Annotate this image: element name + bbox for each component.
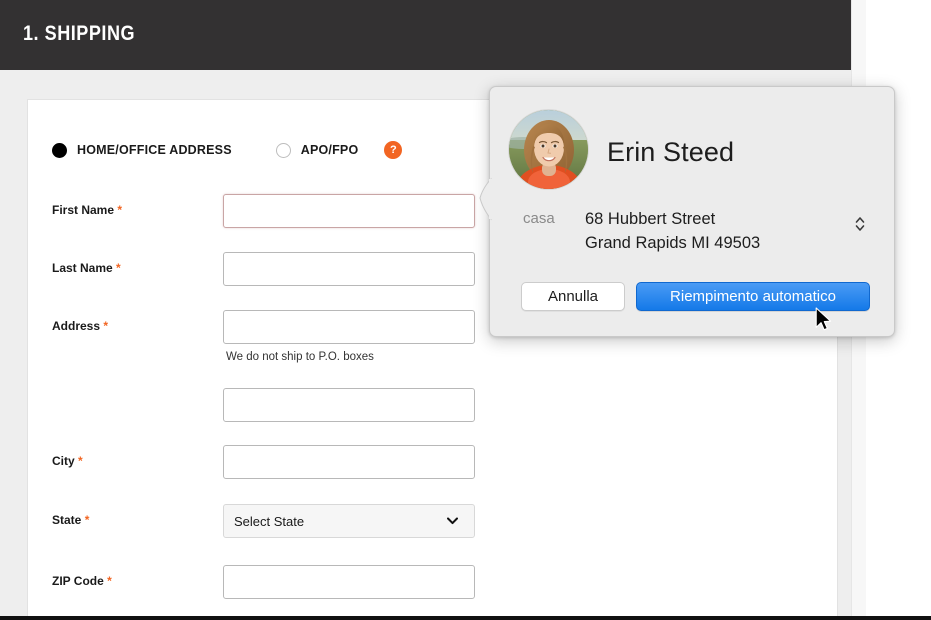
chevron-down-icon — [447, 517, 458, 525]
field-label-last-name: Last Name * — [52, 261, 121, 275]
zip-code-input[interactable] — [223, 565, 475, 599]
address-line-2: Grand Rapids MI 49503 — [585, 234, 761, 252]
address-line1-input[interactable] — [223, 310, 475, 344]
address-kind-label: casa — [523, 210, 555, 227]
last-name-input[interactable] — [223, 252, 475, 286]
field-label-city: City * — [52, 454, 83, 468]
address-type-radio-group: HOME/OFFICE ADDRESS APO/FPO ? — [52, 140, 403, 160]
radio-label-home-office-address: HOME/OFFICE ADDRESS — [77, 143, 232, 157]
up-down-chevron-icon[interactable] — [852, 207, 868, 233]
popover-tail-icon — [479, 177, 492, 221]
field-label-first-name: First Name * — [52, 203, 123, 217]
radio-option-apo-fpo[interactable]: APO/FPO — [275, 142, 359, 158]
contact-photo — [509, 110, 588, 189]
radio-unselected-icon[interactable] — [275, 142, 291, 158]
radio-option-home-office-address[interactable]: HOME/OFFICE ADDRESS — [52, 142, 232, 158]
required-marker: * — [103, 319, 109, 333]
address-line-1: 68 Hubbert Street — [585, 210, 716, 228]
field-label-address: Address * — [52, 319, 109, 333]
state-select[interactable]: Select State — [223, 504, 475, 538]
cancel-button[interactable]: Annulla — [521, 282, 625, 311]
city-input[interactable] — [223, 445, 475, 479]
radio-selected-icon[interactable] — [52, 142, 67, 158]
screenshot-root: 1. SHIPPING HOME/OFFICE ADDRESS APO/FPO … — [0, 0, 931, 620]
required-marker: * — [84, 513, 90, 527]
state-select-value: Select State — [234, 513, 305, 529]
contact-name: Erin Steed — [607, 137, 735, 167]
address-lines: 68 Hubbert Street Grand Rapids MI 49503 — [585, 207, 852, 255]
autofill-button[interactable]: Riempimento automatico — [636, 282, 870, 311]
field-label-state: State * — [52, 513, 90, 527]
required-marker: * — [117, 203, 123, 217]
address-hint-text: We do not ship to P.O. boxes — [226, 351, 374, 363]
required-marker: * — [78, 454, 83, 468]
autofill-popover: Erin Steed casa 68 Hubbert Street Grand … — [479, 86, 895, 337]
required-marker: * — [107, 574, 112, 588]
required-marker: * — [116, 261, 121, 275]
question-mark-icon[interactable]: ? — [384, 141, 403, 159]
page-title: 1. SHIPPING — [23, 22, 136, 45]
popover-button-row: Annulla Riempimento automatico — [521, 282, 870, 311]
window-bottom-edge — [0, 616, 931, 620]
shipping-section-header: 1. SHIPPING — [0, 0, 866, 70]
contact-address-block[interactable]: casa 68 Hubbert Street Grand Rapids MI 4… — [523, 207, 868, 255]
field-label-zip-code: ZIP Code * — [52, 574, 112, 588]
address-line2-input[interactable] — [223, 388, 475, 422]
first-name-input[interactable] — [223, 194, 475, 228]
radio-label-apo-fpo: APO/FPO — [300, 143, 359, 157]
